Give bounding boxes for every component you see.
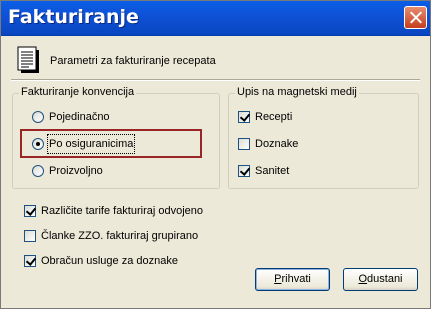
close-icon[interactable]	[404, 6, 427, 29]
window-title: Fakturiranje	[8, 6, 139, 28]
accept-label-mnemonic: P	[274, 273, 282, 285]
checkbox[interactable]	[238, 165, 250, 177]
checkbox[interactable]	[24, 230, 36, 242]
document-list-icon	[17, 46, 39, 73]
checkbox-label: Doznake	[255, 138, 299, 150]
checkbox-label: Različite tarife fakturiraj odvojeno	[41, 205, 204, 217]
radio-label: Proizvoljno	[49, 165, 103, 177]
checkbox-label: Obračun usluge za doznake	[41, 255, 178, 267]
title-bar[interactable]: Fakturiranje	[1, 1, 430, 36]
header-description: Parametri za fakturiranje recepata	[50, 55, 216, 67]
checkbox-label: Recepti	[255, 111, 293, 123]
convention-legend: Fakturiranje konvencija	[19, 86, 137, 98]
header-separator	[11, 79, 420, 81]
dialog-window: Fakturiranje Parametri za fakturiranje r…	[0, 0, 431, 309]
checkbox[interactable]	[24, 205, 36, 217]
radio-button[interactable]	[32, 165, 44, 177]
selection-highlight-frame	[20, 129, 202, 158]
radio-label: Pojedinačno	[49, 111, 110, 123]
checkbox[interactable]	[24, 255, 36, 267]
checkbox[interactable]	[238, 111, 250, 123]
cancel-label-rest: dustani	[367, 273, 403, 285]
radio-button[interactable]	[32, 111, 44, 123]
accept-button[interactable]: Prihvati	[255, 268, 330, 291]
checkbox-label: Sanitet	[255, 165, 290, 177]
accept-label-rest: rihvati	[281, 273, 311, 285]
checkbox[interactable]	[238, 138, 250, 150]
cancel-button[interactable]: Odustani	[343, 268, 418, 291]
cancel-label-mnemonic: O	[358, 273, 368, 285]
media-legend: Upis na magnetski medij	[235, 86, 359, 98]
checkbox-label: Članke ZZO. fakturiraj grupirano	[41, 230, 199, 242]
